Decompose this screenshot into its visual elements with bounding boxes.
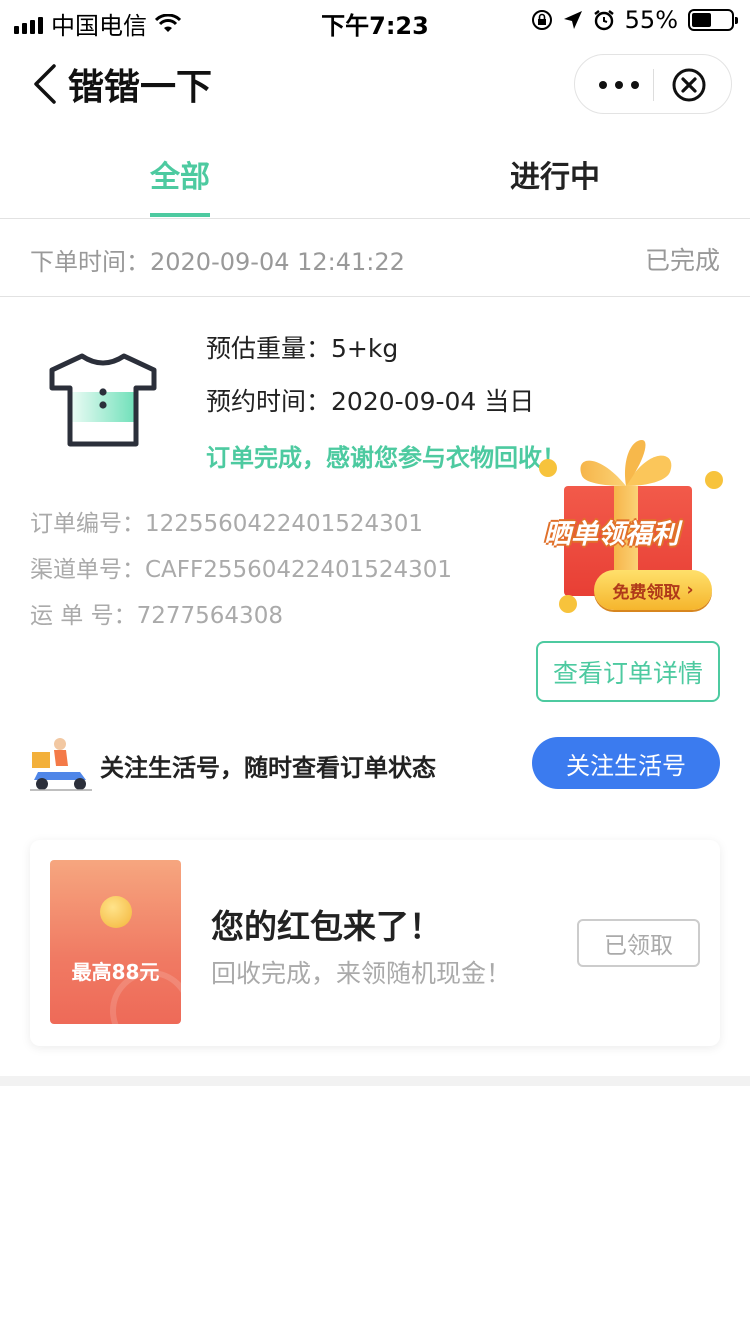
order-header-divider — [0, 296, 750, 297]
appointment-time: 预约时间：2020-09-04 当日 — [206, 382, 534, 418]
red-packet-subtitle: 回收完成，来领随机现金！ — [211, 959, 512, 988]
follow-prompt: 关注生活号，随时查看订单状态 — [100, 754, 436, 782]
red-packet-amount: 最高88元 — [71, 960, 160, 984]
orientation-lock-icon — [531, 10, 552, 30]
red-packet-title: 您的红包来了！ — [211, 907, 442, 946]
appointment-label: 预约时间： — [206, 387, 332, 416]
coin-icon — [100, 896, 132, 928]
page-title: 锴锴一下 — [68, 67, 213, 108]
battery-fill — [692, 13, 712, 27]
waybill-value: 7277564308 — [136, 603, 283, 629]
mini-program-capsule — [574, 54, 732, 114]
capsule-divider — [653, 69, 654, 101]
channel-number-value: CAFF25560422401524301 — [145, 557, 453, 583]
appointment-value: 2020-09-04 当日 — [331, 387, 535, 416]
weight-label: 预估重量： — [206, 334, 332, 363]
view-order-detail-button[interactable]: 查看订单详情 — [536, 641, 720, 702]
tab-all[interactable]: 全部 — [150, 152, 210, 196]
promo-banner: 晒单领福利 — [544, 519, 679, 550]
close-circle-icon[interactable] — [671, 67, 707, 103]
tabs-divider — [0, 218, 750, 219]
channel-number: 渠道单号：CAFF25560422401524301 — [30, 550, 452, 584]
battery-icon — [688, 9, 738, 31]
channel-number-label: 渠道单号： — [30, 557, 145, 583]
active-tab-indicator — [150, 213, 210, 217]
delivery-scooter-icon — [30, 738, 92, 791]
battery-percent: 55% — [624, 6, 678, 34]
free-claim-label: 免费领取 — [612, 582, 681, 603]
status-right: 55% — [531, 6, 738, 34]
tshirt-icon — [49, 353, 157, 447]
waybill-number: 运 单 号：7277564308 — [30, 596, 283, 630]
status-bar: 中国电信 下午7:23 55% — [0, 0, 750, 40]
estimated-weight: 预估重量：5+kg — [206, 329, 398, 365]
follow-button[interactable]: 关注生活号 — [532, 737, 720, 789]
order-time-value: 2020-09-04 12:41:22 — [150, 248, 405, 276]
red-packet-image: 最高88元 — [50, 860, 181, 1024]
chevron-right-icon: › — [680, 580, 694, 600]
completion-message: 订单完成，感谢您参与衣物回收！ — [206, 444, 566, 472]
order-time: 下单时间：2020-09-04 12:41:22 — [30, 242, 405, 277]
section-separator — [0, 1076, 750, 1086]
location-icon — [563, 11, 582, 29]
order-status-badge: 已完成 — [644, 246, 720, 275]
waybill-label: 运 单 号： — [30, 603, 137, 629]
order-time-label: 下单时间： — [30, 248, 150, 276]
order-number-value: 1225560422401524301 — [145, 511, 424, 537]
chevron-left-icon[interactable] — [30, 62, 60, 106]
order-number-label: 订单编号： — [30, 511, 145, 537]
alarm-icon — [593, 10, 614, 31]
free-claim-button[interactable]: 免费领取 › — [594, 570, 712, 610]
order-number: 订单编号：1225560422401524301 — [30, 504, 423, 538]
weight-value: 5+kg — [331, 334, 399, 363]
tab-in-progress[interactable]: 进行中 — [510, 152, 600, 196]
share-reward-promo[interactable]: 晒单领福利 免费领取 › — [538, 432, 738, 618]
more-dots-icon[interactable] — [599, 81, 639, 89]
received-button[interactable]: 已领取 — [577, 919, 700, 967]
